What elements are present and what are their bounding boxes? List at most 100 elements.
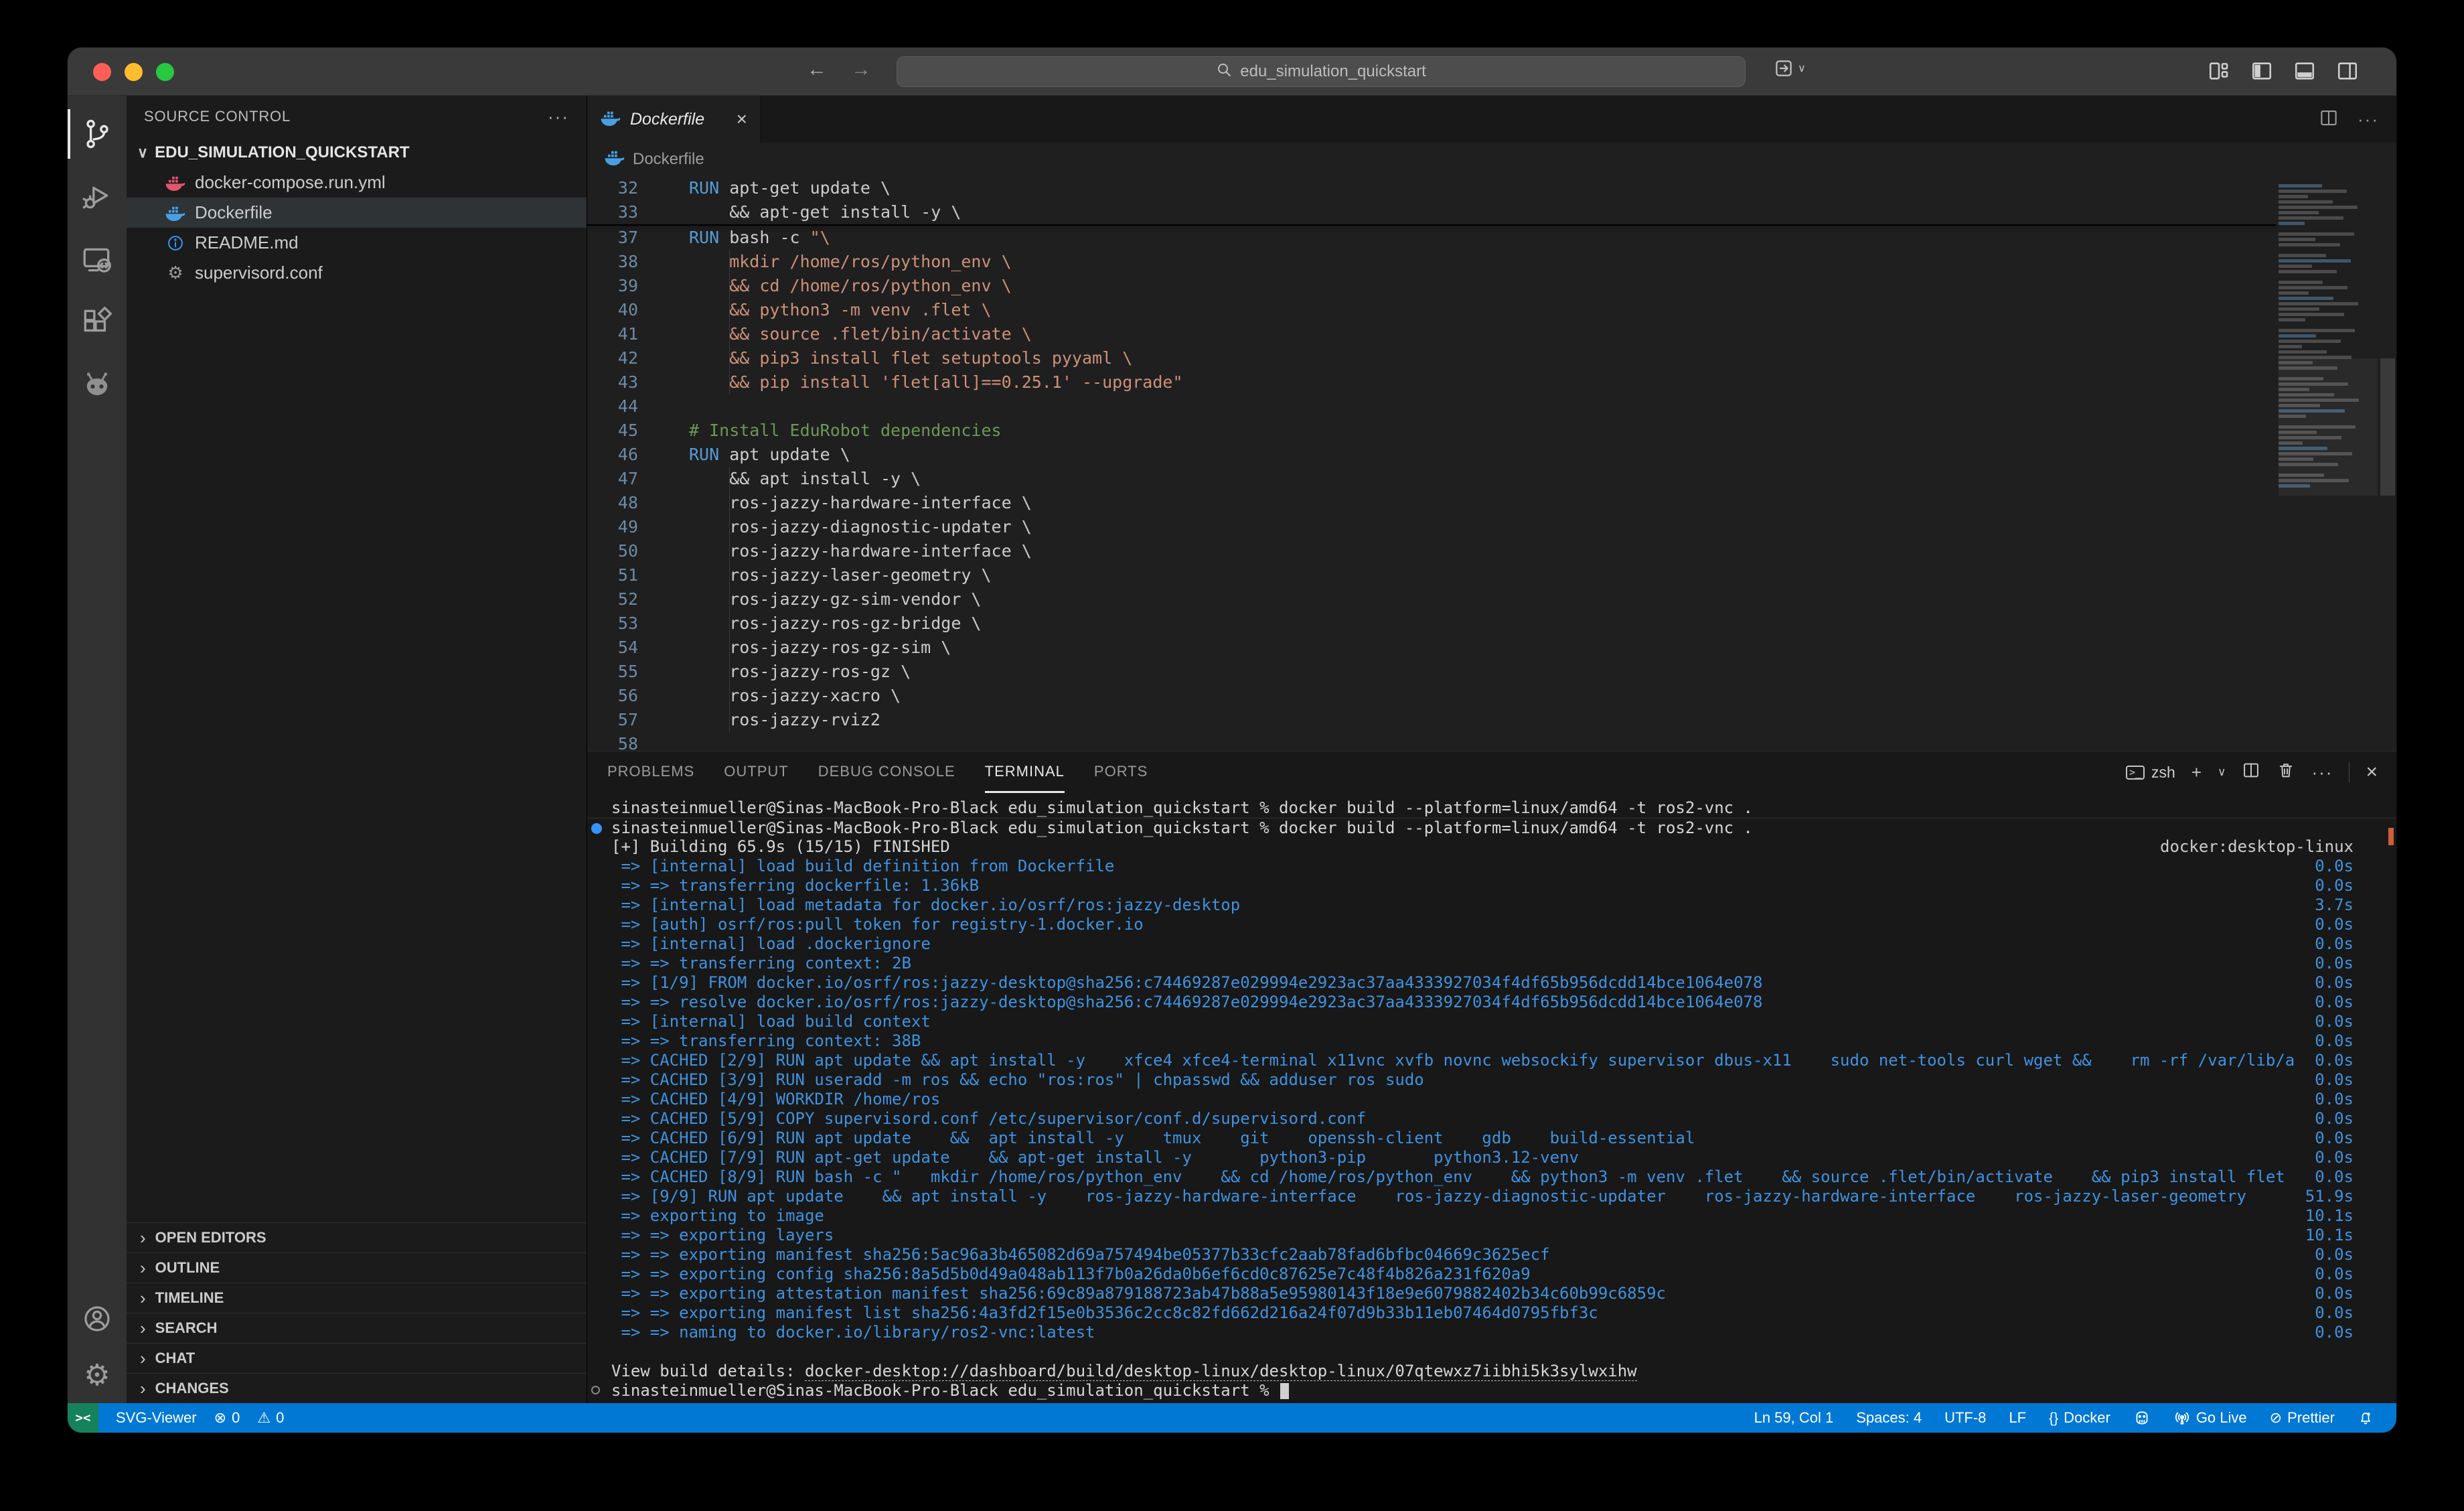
toggle-panel-icon[interactable] [2293,60,2316,82]
file-item-supervisord-conf[interactable]: ⚙supervisord.conf [127,258,587,288]
launch-profile-chevron-icon[interactable]: ∨ [2218,766,2226,779]
extensions-icon[interactable] [68,291,127,354]
code-line-40[interactable]: 40 && python3 -m venv .flet \ [587,298,2276,322]
file-item-docker-compose-run-yml[interactable]: docker-compose.run.yml [127,167,587,198]
forward-arrow[interactable]: → [851,58,871,81]
sidebar-section-chat[interactable]: ›CHAT [127,1343,587,1373]
toggle-secondary-sidebar-icon[interactable] [2336,60,2359,82]
statusbar-item-prettier[interactable]: ⊘Prettier [2270,1409,2335,1427]
editor-scrollbar[interactable] [2379,176,2396,751]
code-line-55[interactable]: 55 ros-jazzy-ros-gz \ [587,660,2276,684]
file-item-readme-md[interactable]: README.md [127,228,587,258]
run-and-debug-icon[interactable] [68,165,127,228]
terminal-line: => [internal] load build definition from… [587,857,2396,876]
back-arrow[interactable]: ← [807,58,827,81]
code-line-39[interactable]: 39 && cd /home/ros/python_env \ [587,274,2276,298]
sidebar-section-changes[interactable]: ›CHANGES [127,1373,587,1403]
statusbar-item-0[interactable]: ⚠0 [257,1409,284,1427]
more-actions-icon[interactable]: ··· [548,106,569,127]
new-terminal-icon[interactable]: + [2191,762,2202,783]
panel-tab-debug-console[interactable]: DEBUG CONSOLE [818,751,955,793]
docker-whale-icon [605,149,625,171]
code-line-42[interactable]: 42 && pip3 install flet setuptools pyyam… [587,346,2276,370]
sidebar-section-search[interactable]: ›SEARCH [127,1313,587,1343]
build-details-link[interactable]: docker-desktop://dashboard/build/desktop… [805,1362,1637,1381]
code-line-50[interactable]: 50 ros-jazzy-hardware-interface \ [587,539,2276,563]
tab-dockerfile[interactable]: Dockerfile × [587,96,761,143]
code-line-52[interactable]: 52 ros-jazzy-gz-sim-vendor \ [587,587,2276,611]
statusbar-item-svg-viewer[interactable]: SVG-Viewer [116,1409,197,1427]
shell-label[interactable]: >_ zsh [2126,764,2175,782]
code-line-43[interactable]: 43 && pip install 'flet[all]==0.25.1' --… [587,370,2276,394]
line-number: 51 [587,563,662,587]
remote-indicator[interactable]: >< [68,1403,98,1433]
code-line-44[interactable]: 44 [587,394,2276,419]
statusbar-item-0[interactable]: ⊗0 [214,1409,240,1427]
panel-tab-problems[interactable]: PROBLEMS [607,751,694,793]
line-number: 56 [587,684,662,708]
kill-terminal-icon[interactable] [2277,761,2295,784]
repo-root-item[interactable]: ∨ EDU_SIMULATION_QUICKSTART [127,137,587,167]
statusbar-item-lf[interactable]: LF [2009,1409,2026,1427]
line-number: 44 [587,394,662,419]
statusbar-item-utf-8[interactable]: UTF-8 [1944,1409,1986,1427]
remote-explorer-icon[interactable] [68,228,127,291]
minimize-window-button[interactable] [125,63,143,81]
split-terminal-icon[interactable] [2242,761,2260,784]
code-line-56[interactable]: 56 ros-jazzy-xacro \ [587,684,2276,708]
sidebar-section-open-editors[interactable]: ›OPEN EDITORS [127,1222,587,1252]
close-panel-icon[interactable]: × [2366,761,2378,784]
terminal-line: => CACHED [7/9] RUN apt-get update && ap… [587,1148,2396,1167]
code-line-41[interactable]: 41 && source .flet/bin/activate \ [587,322,2276,346]
customize-layout-icon[interactable] [2208,60,2230,82]
remote-window-icon[interactable]: ∨ [1774,58,1806,78]
code-line-51[interactable]: 51 ros-jazzy-laser-geometry \ [587,563,2276,587]
code-line-33[interactable]: 33 && apt-get install -y \ [587,200,2276,224]
code-line-37[interactable]: 37RUN bash -c "\ [587,226,2276,250]
panel-tab-terminal[interactable]: TERMINAL [985,751,1065,793]
account-icon[interactable] [68,1291,127,1347]
panel-tab-ports[interactable]: PORTS [1094,751,1148,793]
close-tab-icon[interactable]: × [737,109,747,130]
code-line-53[interactable]: 53 ros-jazzy-ros-gz-bridge \ [587,611,2276,636]
code-line-57[interactable]: 57 ros-jazzy-rviz2 [587,708,2276,732]
sidebar-section-timeline[interactable]: ›TIMELINE [127,1283,587,1313]
source-control-icon[interactable] [68,102,127,165]
code-editor[interactable]: 32RUN apt-get update \33 && apt-get inst… [587,176,2396,751]
sidebar-section-outline[interactable]: ›OUTLINE [127,1252,587,1283]
settings-gear-icon[interactable]: ⚙ [68,1347,127,1403]
command-center-search[interactable]: edu_simulation_quickstart [897,56,1746,87]
statusbar-item-spaces-4[interactable]: Spaces: 4 [1856,1409,1922,1427]
code-line-49[interactable]: 49 ros-jazzy-diagnostic-updater \ [587,515,2276,539]
toggle-primary-sidebar-icon[interactable] [2250,60,2273,82]
minimap-slider[interactable] [2279,358,2378,496]
file-item-dockerfile[interactable]: Dockerfile [127,198,587,228]
robot-extension-icon[interactable] [68,354,127,417]
code-line-45[interactable]: 45# Install EduRobot dependencies [587,419,2276,443]
statusbar-item-bell-icon[interactable] [2358,1410,2374,1426]
statusbar-item-ln-59-col-1[interactable]: Ln 59, Col 1 [1754,1409,1834,1427]
titlebar: ← → edu_simulation_quickstart ∨ [68,48,2396,96]
statusbar-item-docker[interactable]: {}Docker [2049,1409,2110,1427]
code-line-58[interactable]: 58 [587,732,2276,751]
breadcrumb[interactable]: Dockerfile [587,143,2396,176]
code-line-47[interactable]: 47 && apt install -y \ [587,467,2276,491]
sidebar-title: SOURCE CONTROL [144,108,291,125]
command-pending-decoration[interactable] [591,1386,600,1394]
code-line-48[interactable]: 48 ros-jazzy-hardware-interface \ [587,491,2276,515]
zoom-window-button[interactable] [156,63,174,81]
terminal[interactable]: sinasteinmueller@Sinas-MacBook-Pro-Black… [587,793,2396,1403]
statusbar-item-go-live[interactable]: Go Live [2173,1409,2247,1427]
editor-more-actions-icon[interactable]: ··· [2358,109,2379,130]
close-window-button[interactable] [93,63,111,81]
panel-more-actions-icon[interactable]: ··· [2311,762,2333,783]
statusbar-item-moby-robot-icon[interactable] [2133,1409,2151,1427]
code-line-32[interactable]: 32RUN apt-get update \ [587,176,2276,200]
panel-tab-output[interactable]: OUTPUT [724,751,788,793]
split-editor-icon[interactable] [2319,108,2339,131]
code-line-38[interactable]: 38 mkdir /home/ros/python_env \ [587,250,2276,274]
terminal-line: => => exporting manifest list sha256:4a3… [587,1303,2396,1323]
code-line-46[interactable]: 46RUN apt update \ [587,443,2276,467]
code-line-54[interactable]: 54 ros-jazzy-ros-gz-sim \ [587,636,2276,660]
command-success-decoration[interactable] [591,823,602,834]
